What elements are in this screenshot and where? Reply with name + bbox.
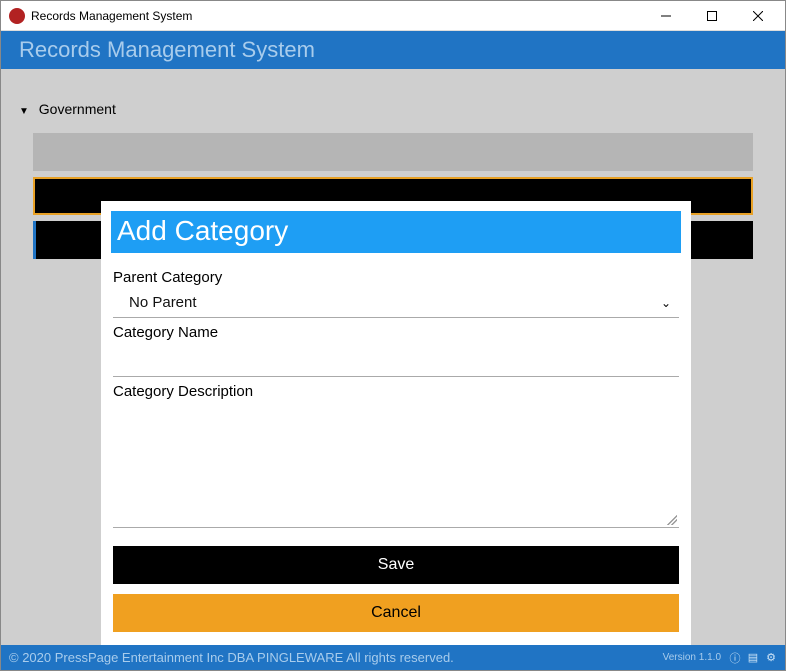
category-description-wrap	[113, 402, 679, 528]
category-description-label: Category Description	[113, 383, 679, 400]
maximize-button[interactable]	[689, 1, 735, 31]
gear-icon[interactable]: ⚙	[765, 652, 777, 664]
main-content: ▼ Government Add Category Parent Categor…	[1, 69, 785, 647]
header-banner: Records Management System	[1, 31, 785, 69]
category-description-input[interactable]	[113, 402, 679, 522]
copyright-text: © 2020 PressPage Entertainment Inc DBA P…	[9, 650, 454, 665]
close-icon	[753, 11, 763, 21]
parent-category-select[interactable]: No Parent ⌄	[113, 288, 679, 318]
minimize-icon	[661, 11, 671, 21]
window-controls	[643, 1, 781, 31]
close-button[interactable]	[735, 1, 781, 31]
footer-icons: ⓘ ▤ ⚙	[729, 652, 777, 664]
chevron-down-icon: ▼	[19, 106, 29, 117]
category-name-label: Category Name	[113, 324, 679, 341]
footer: © 2020 PressPage Entertainment Inc DBA P…	[1, 645, 785, 670]
modal-title: Add Category	[111, 211, 681, 253]
tree-root[interactable]: ▼ Government	[19, 99, 767, 127]
minimize-button[interactable]	[643, 1, 689, 31]
app-icon	[9, 8, 25, 24]
list-item[interactable]	[33, 133, 753, 171]
database-icon[interactable]: ▤	[747, 652, 759, 664]
save-button[interactable]: Save	[113, 546, 679, 584]
cancel-button[interactable]: Cancel	[113, 594, 679, 632]
parent-category-value: No Parent	[129, 294, 197, 311]
version-text: Version 1.1.0	[663, 652, 721, 663]
window-title: Records Management System	[31, 9, 192, 23]
chevron-down-icon: ⌄	[661, 296, 675, 310]
titlebar: Records Management System	[1, 1, 785, 31]
app-title: Records Management System	[19, 37, 315, 63]
info-icon[interactable]: ⓘ	[729, 652, 741, 664]
category-name-input[interactable]	[113, 343, 679, 377]
add-category-modal: Add Category Parent Category No Parent ⌄…	[101, 201, 691, 650]
parent-category-label: Parent Category	[113, 269, 679, 286]
app-window: Records Management System Records Manage…	[0, 0, 786, 671]
maximize-icon	[707, 11, 717, 21]
tree-root-label: Government	[39, 101, 116, 117]
modal-body: Parent Category No Parent ⌄ Category Nam…	[101, 259, 691, 650]
